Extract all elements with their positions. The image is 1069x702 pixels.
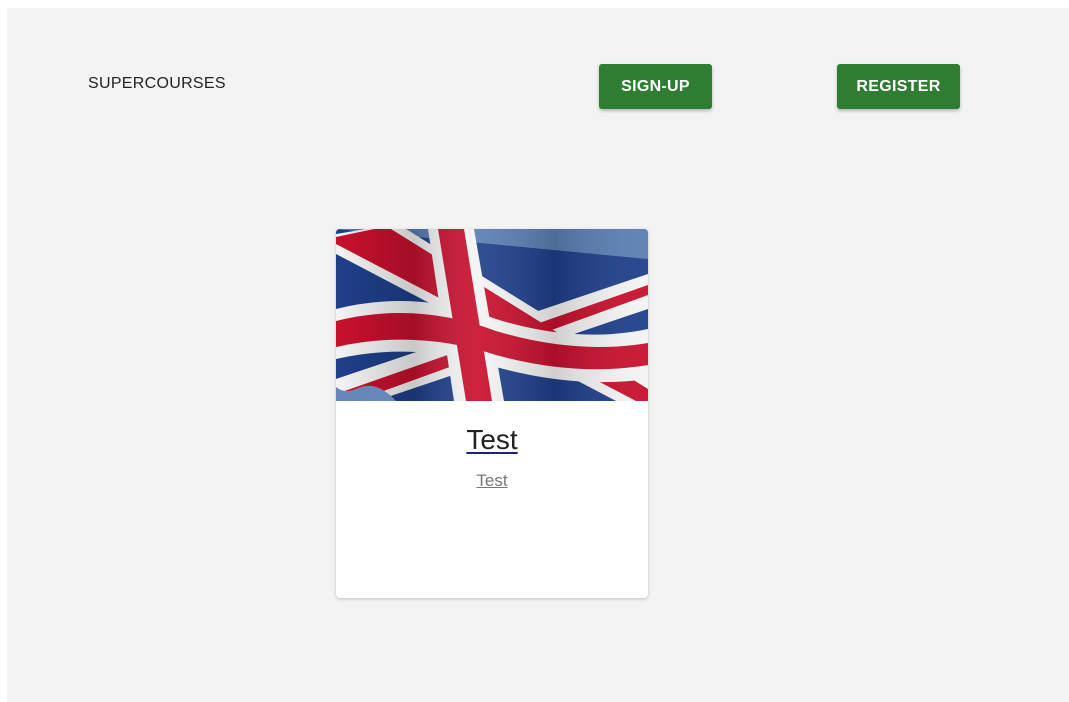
course-title[interactable]: Test — [336, 423, 648, 457]
course-title-link[interactable]: Test — [466, 424, 517, 455]
site-brand[interactable]: SUPERCOURSES — [88, 75, 226, 93]
sign-up-button[interactable]: SIGN-UP — [599, 64, 712, 109]
course-card[interactable]: Test Test — [336, 229, 648, 598]
uk-flag-image[interactable] — [336, 229, 648, 401]
course-subtitle[interactable]: Test — [336, 471, 648, 491]
register-button[interactable]: REGISTER — [837, 64, 960, 109]
page-background: SUPERCOURSES SIGN-UP REGISTER Test Test — [7, 8, 1069, 702]
course-subtitle-link[interactable]: Test — [476, 471, 507, 490]
